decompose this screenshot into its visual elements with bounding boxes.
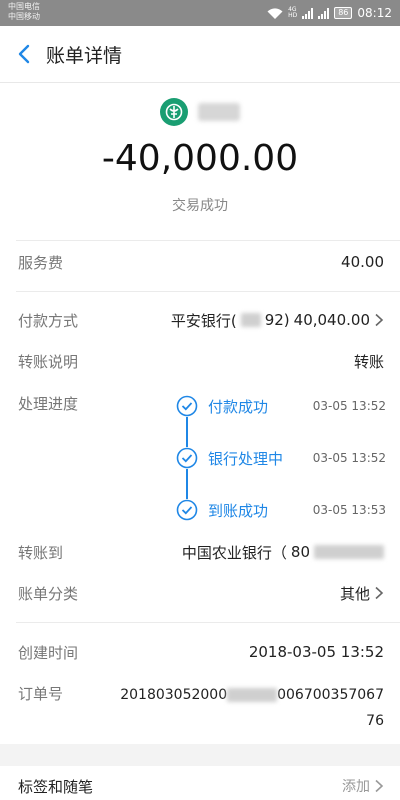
category-value: 其他 — [340, 583, 384, 604]
transfer-to-row: 转账到 中国农业银行（ 80 — [18, 540, 384, 564]
back-button[interactable] — [4, 26, 44, 82]
order-no-label: 订单号 — [18, 684, 64, 703]
transaction-amount: -40,000.00 — [101, 138, 299, 179]
order-no-value: 201803052000 006700357067 76 — [100, 682, 384, 734]
divider — [16, 622, 400, 623]
transfer-note-value: 转账 — [353, 352, 384, 371]
payee-name-redacted — [198, 103, 240, 121]
timeline-step-text: 到账成功 — [208, 501, 269, 520]
timeline-step: 付款成功 03-05 13:52 — [176, 395, 386, 417]
app-header: 账单详情 — [0, 26, 400, 82]
page-title: 账单详情 — [46, 44, 123, 67]
service-fee-label: 服务费 — [18, 253, 64, 272]
status-icons: 4G HD 86 08:12 — [267, 4, 392, 22]
check-circle-icon — [176, 395, 198, 417]
tags-label: 标签和随笔 — [18, 778, 94, 796]
divider — [16, 291, 400, 292]
chevron-right-icon — [375, 586, 384, 600]
check-circle-icon — [176, 499, 198, 521]
section-gap — [0, 744, 400, 766]
signal-2-icon — [318, 7, 330, 19]
timeline-step: 到账成功 03-05 13:53 — [176, 499, 386, 521]
add-tag-text: 添加 — [342, 779, 370, 795]
transfer-note-row: 转账说明 转账 — [18, 349, 384, 373]
header-divider — [0, 82, 400, 83]
chevron-left-icon — [18, 44, 30, 64]
wifi-icon — [267, 7, 283, 19]
signal-icon — [302, 7, 314, 19]
timeline-step-time: 03-05 13:53 — [312, 503, 386, 517]
chevron-right-icon — [375, 779, 384, 793]
redacted-account — [314, 545, 384, 559]
carrier-1: 中国电信 — [8, 2, 40, 11]
payment-bank-prefix: 平安银行( — [170, 311, 237, 330]
order-no-end: 006700357067 — [277, 687, 384, 703]
chevron-right-icon — [375, 313, 384, 327]
transfer-to-account-partial: 80 — [290, 543, 310, 561]
status-bar: 中国电信 中国移动 4G HD 86 08:12 — [0, 0, 400, 26]
timeline-step-time: 03-05 13:52 — [312, 399, 386, 413]
progress-timeline: 付款成功 03-05 13:52 银行处理中 03-05 13:52 到账成功 … — [176, 392, 386, 524]
progress-label: 处理进度 — [18, 394, 79, 413]
service-fee-row: 服务费 40.00 — [18, 250, 384, 274]
check-circle-icon — [176, 447, 198, 469]
clock: 08:12 — [357, 6, 392, 20]
order-no-tail: 76 — [366, 713, 384, 729]
created-time-row: 创建时间 2018-03-05 13:52 — [18, 640, 384, 664]
redacted-order-digits — [227, 688, 278, 702]
divider — [16, 240, 400, 241]
category-label: 账单分类 — [18, 584, 79, 603]
timeline-step-text: 付款成功 — [208, 397, 269, 416]
agricultural-bank-logo-icon — [160, 98, 188, 126]
payment-method-value: 平安银行( 92) 40,040.00 — [171, 310, 384, 331]
payment-amount: 40,040.00 — [293, 311, 370, 329]
payment-method-label: 付款方式 — [18, 311, 79, 330]
redacted-digits — [240, 313, 261, 327]
timeline-step-text: 银行处理中 — [208, 449, 284, 468]
category-text: 其他 — [339, 584, 370, 603]
transfer-note-label: 转账说明 — [18, 352, 79, 371]
transfer-to-label: 转账到 — [18, 543, 64, 562]
carrier-labels: 中国电信 中国移动 — [8, 2, 40, 22]
transaction-status: 交易成功 — [172, 198, 228, 214]
battery-icon: 86 — [334, 7, 353, 19]
payment-bank-suffix: 92) — [264, 311, 290, 329]
add-tag-button[interactable]: 添加 — [342, 776, 384, 796]
timeline-step-time: 03-05 13:52 — [312, 451, 386, 465]
order-no-start: 201803052000 — [120, 687, 228, 703]
payee-header — [0, 98, 400, 126]
tags-row[interactable]: 标签和随笔 添加 — [0, 766, 400, 800]
transfer-to-bank: 中国农业银行（ — [181, 543, 287, 562]
category-row[interactable]: 账单分类 其他 — [18, 581, 384, 605]
service-fee-value: 40.00 — [341, 253, 384, 271]
payment-method-row[interactable]: 付款方式 平安银行( 92) 40,040.00 — [18, 308, 384, 332]
carrier-2: 中国移动 — [8, 12, 40, 21]
created-time-label: 创建时间 — [18, 643, 79, 662]
timeline-step: 银行处理中 03-05 13:52 — [176, 447, 386, 469]
network-type: 4G HD — [288, 7, 297, 19]
created-time-value: 2018-03-05 13:52 — [248, 643, 384, 661]
transfer-to-value: 中国农业银行（ 80 — [182, 542, 384, 563]
network-type-2: HD — [288, 12, 298, 19]
